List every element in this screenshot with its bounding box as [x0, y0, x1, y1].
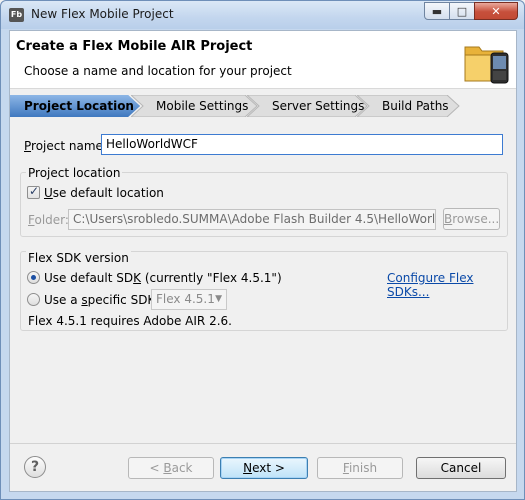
wizard-subtitle: Choose a name and location for your proj…: [24, 64, 292, 78]
close-button[interactable]: ✕: [474, 2, 518, 20]
minimize-icon: ▬: [431, 4, 443, 18]
minimize-button[interactable]: ▬: [424, 2, 450, 20]
wizard-title: Create a Flex Mobile AIR Project: [16, 39, 253, 54]
sdk-version-title: Flex SDK version: [26, 251, 131, 265]
use-default-location-checkbox[interactable]: ✓: [27, 184, 40, 199]
flash-builder-icon: Fb: [9, 8, 24, 22]
configure-sdks-link[interactable]: Configure Flex SDKs...: [387, 271, 516, 299]
title-bar[interactable]: Fb New Flex Mobile Project ▬ □ ✕: [1, 1, 524, 29]
footer-separator: [10, 443, 516, 444]
browse-button[interactable]: Browse...: [443, 208, 500, 230]
chevron-down-icon: ▼: [215, 294, 222, 304]
cancel-button[interactable]: Cancel: [416, 457, 506, 479]
back-button[interactable]: < Back: [128, 457, 214, 479]
step-project-location[interactable]: Project Location: [10, 95, 140, 117]
maximize-icon: □: [456, 4, 468, 18]
use-default-sdk-radio[interactable]: [27, 271, 40, 284]
maximize-button[interactable]: □: [449, 2, 475, 20]
dialog-window: Fb New Flex Mobile Project ▬ □ ✕ Create …: [0, 0, 525, 500]
radio-dot: [31, 275, 36, 280]
folder-label: Folder:: [28, 213, 69, 227]
specific-sdk-value: Flex 4.5.1: [156, 292, 215, 306]
close-icon: ✕: [491, 4, 501, 18]
use-default-location-label[interactable]: Use default location: [44, 186, 164, 200]
step-build-paths[interactable]: Build Paths: [357, 95, 461, 117]
wizard-steps: Project Location Mobile Settings Server …: [10, 95, 516, 117]
step-server-settings[interactable]: Server Settings: [247, 95, 369, 117]
use-specific-sdk-label[interactable]: Use a specific SDK:: [44, 293, 159, 307]
help-icon[interactable]: ?: [24, 456, 46, 478]
step-label: Build Paths: [382, 99, 449, 113]
window-title: New Flex Mobile Project: [31, 7, 174, 21]
step-mobile-settings[interactable]: Mobile Settings: [131, 95, 259, 117]
folder-phone-icon: [464, 46, 509, 84]
project-name-input[interactable]: HelloWorldWCF: [101, 134, 503, 155]
folder-input[interactable]: C:\Users\srobledo.SUMMA\Adobe Flash Buil…: [68, 209, 436, 230]
project-location-title: Project location: [26, 166, 123, 180]
step-label: Project Location: [24, 99, 134, 113]
specific-sdk-select[interactable]: Flex 4.5.1 ▼: [151, 289, 227, 310]
use-specific-sdk-radio[interactable]: [27, 293, 40, 306]
next-button[interactable]: Next >: [220, 457, 308, 479]
sdk-requirement-note: Flex 4.5.1 requires Adobe AIR 2.6.: [28, 314, 232, 328]
use-default-sdk-label[interactable]: Use default SDK (currently "Flex 4.5.1"): [44, 271, 282, 285]
dialog-client: Create a Flex Mobile AIR Project Choose …: [9, 30, 517, 492]
checkmark-icon: ✓: [29, 184, 40, 198]
project-name-label: Project name:: [24, 139, 107, 153]
step-label: Server Settings: [272, 99, 365, 113]
finish-button[interactable]: Finish: [317, 457, 403, 479]
step-label: Mobile Settings: [156, 99, 249, 113]
wizard-header: Create a Flex Mobile AIR Project Choose …: [10, 31, 516, 89]
